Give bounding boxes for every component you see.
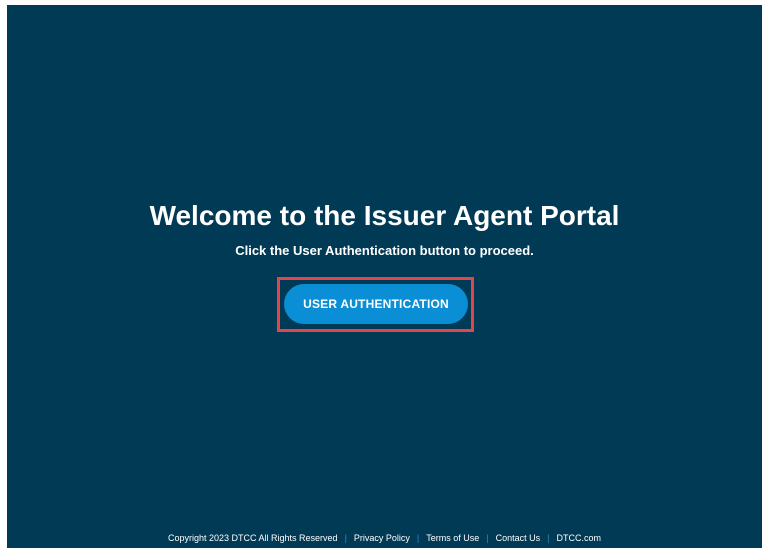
footer-separator: | (547, 533, 550, 543)
contact-us-link[interactable]: Contact Us (496, 533, 541, 543)
privacy-policy-link[interactable]: Privacy Policy (354, 533, 410, 543)
terms-of-use-link[interactable]: Terms of Use (426, 533, 479, 543)
copyright-text: Copyright 2023 DTCC All Rights Reserved (167, 533, 338, 543)
footer-separator: | (416, 533, 420, 543)
portal-page: Welcome to the Issuer Agent Portal Click… (7, 5, 762, 548)
hero-section: Welcome to the Issuer Agent Portal Click… (7, 198, 762, 260)
footer-separator: | (486, 533, 489, 543)
page-subtitle: Click the User Authentication button to … (235, 243, 534, 258)
footer-separator: | (344, 533, 347, 543)
user-authentication-button[interactable]: USER AUTHENTICATION (284, 284, 468, 324)
footer: Copyright 2023 DTCC All Rights Reserved |… (7, 532, 762, 544)
page-title: Welcome to the Issuer Agent Portal (149, 200, 620, 231)
dtcc-com-link[interactable]: DTCC.com (557, 533, 602, 543)
